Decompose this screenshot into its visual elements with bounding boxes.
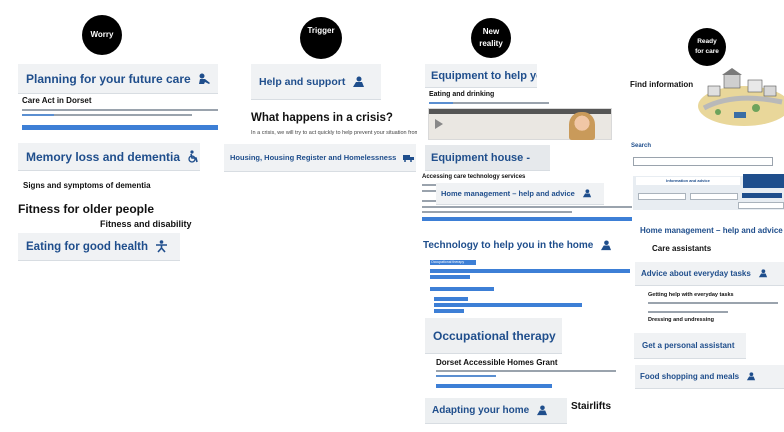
fitness-disability-heading: Fitness and disability [100,219,192,229]
highlighted-heading-label: Occupational therapy [431,260,465,264]
person-icon [600,239,612,251]
text-line [648,311,728,313]
inline-link[interactable] [429,102,453,104]
eating-good-health-card[interactable]: Eating for good health [18,233,180,261]
card-label: Memory loss and dementia [26,149,181,164]
text-line [422,190,436,192]
card-label: Equipment house - [431,151,530,164]
video-thumbnail[interactable] [428,108,612,140]
card-label: Adapting your home [432,405,530,416]
person-icon [746,372,756,381]
food-shopping-card[interactable]: Food shopping and meals [635,365,784,389]
text-line [422,184,436,186]
person-icon [198,73,212,85]
inline-link[interactable] [22,114,54,116]
highlighted-text [434,303,582,307]
equipment-to-help-card[interactable]: Equipment to help you [425,64,537,88]
stage-new-reality: New reality [471,18,511,58]
text-line [422,200,436,202]
highlighted-text [430,275,470,279]
card-label: Equipment to help you [431,69,537,82]
card-label: Advice about everyday tasks [641,269,751,278]
search-button[interactable] [742,193,782,198]
card-label: Planning for your future care [26,71,191,86]
filter-select[interactable] [690,193,738,200]
search-heading: Search [631,143,652,149]
text-line [22,109,218,111]
filter-select[interactable] [738,202,784,209]
stage-label: Ready [697,37,717,45]
card-label: Housing, Housing Register and Homelessne… [230,153,397,162]
stage-label: New [482,27,500,36]
person-icon [582,189,592,198]
signs-dementia-heading: Signs and symptoms of dementia [23,181,151,190]
info-advice-tab[interactable]: Information and advice [636,177,740,185]
planning-future-care-card[interactable]: Planning for your future care [18,64,218,94]
text-line [648,302,778,304]
highlighted-text [430,269,630,273]
highlighted-text [436,384,552,388]
search-input[interactable] [633,157,773,166]
equipment-house-card[interactable]: Equipment house - [425,145,550,171]
person-icon [758,269,768,278]
accessing-care-heading: Accessing care technology services [422,174,526,180]
care-act-heading: Care Act in Dorset [22,96,92,105]
card-label: Technology to help you in the home [423,239,594,251]
card-label: Home management – help and advice [640,225,783,235]
vehicle-icon [403,154,415,162]
wheelchair-icon [187,150,199,163]
home-management-card[interactable]: Home management – help and advice [635,219,784,241]
stage-worry: Worry [82,15,122,55]
occupational-therapy-card[interactable]: Occupational therapy [425,318,562,354]
filter-select[interactable] [638,193,686,200]
dressing-heading: Dressing and undressing [648,317,715,323]
fitness-older-heading: Fitness for older people [18,202,155,216]
help-and-support-card[interactable]: Help and support [251,64,381,100]
card-label: Get a personal assistant [642,341,735,350]
text-line [422,211,572,213]
highlighted-text [434,297,468,301]
personal-assistant-card[interactable]: Get a personal assistant [634,333,746,359]
highlighted-text [434,309,464,313]
accessible-homes-heading: Dorset Accessible Homes Grant [436,358,558,367]
stage-label-2: for care [695,48,719,55]
card-label: Occupational therapy [433,328,556,343]
getting-help-heading: Getting help with everyday tasks [648,292,734,298]
exercise-icon [155,240,168,253]
technology-home-card[interactable]: Technology to help you in the home [420,233,616,257]
stairlifts-heading: Stairlifts [571,401,612,412]
person-icon [536,405,548,416]
crisis-heading: What happens in a crisis? [251,112,393,124]
find-information-heading: Find information [630,80,694,89]
housing-card[interactable]: Housing, Housing Register and Homelessne… [224,144,416,172]
memory-loss-dementia-card[interactable]: Memory loss and dementia [18,143,200,171]
stage-ready-for-care: Ready for care [688,28,726,66]
text-line [422,206,632,208]
crisis-text: In a crisis, we will try to act quickly … [251,130,417,136]
advice-everyday-tasks-card[interactable]: Advice about everyday tasks [635,262,784,286]
highlighted-text [430,287,494,291]
person-icon [352,76,365,88]
highlighted-text [22,125,218,130]
card-label: Eating for good health [26,240,149,253]
stage-trigger: Trigger [300,17,342,59]
highlighted-text [422,217,632,221]
care-assistants-heading: Care assistants [652,244,712,253]
town-illustration [698,68,784,126]
card-label: Home management – help and advice [441,189,575,198]
card-label: Food shopping and meals [640,372,740,381]
adapting-home-card[interactable]: Adapting your home [425,398,567,424]
eating-drinking-heading: Eating and drinking [429,91,495,98]
card-label: Help and support [259,75,346,88]
stage-label-2: reality [479,39,503,48]
play-icon[interactable] [435,119,443,129]
stage-label: Trigger [307,26,335,35]
home-management-card-small[interactable]: Home management – help and advice [436,183,604,205]
inline-link[interactable] [436,375,496,377]
text-line [436,370,616,372]
presenter-image [569,112,595,140]
active-tab[interactable] [743,174,784,188]
tab-label: Information and advice [666,178,710,183]
stage-label: Worry [90,30,114,39]
